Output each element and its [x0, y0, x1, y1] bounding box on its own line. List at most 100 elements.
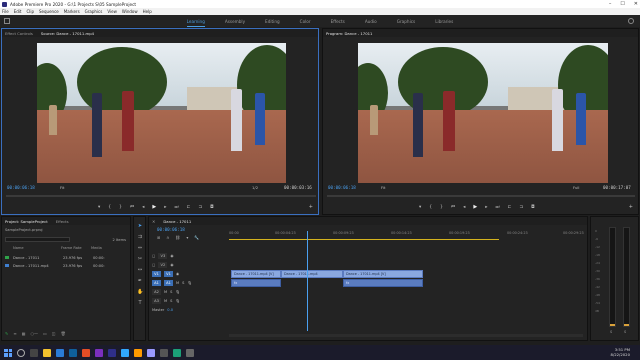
mute-icon[interactable]: M: [164, 299, 167, 303]
eye-icon[interactable]: ◉: [176, 272, 179, 276]
workspace-graphics[interactable]: Graphics: [397, 19, 416, 24]
app-icon[interactable]: [173, 348, 181, 357]
mic-icon[interactable]: 🎙: [175, 290, 180, 294]
export-frame-icon[interactable]: ◘: [210, 205, 214, 210]
minimize-icon[interactable]: –: [609, 1, 612, 7]
steam-icon[interactable]: [186, 348, 194, 357]
workspace-audio[interactable]: Audio: [365, 19, 377, 24]
icon-view-icon[interactable]: ▦: [22, 331, 26, 336]
lift-icon[interactable]: ⊏: [508, 205, 512, 210]
solo-icon[interactable]: S: [182, 281, 184, 285]
snap-icon[interactable]: ∩: [166, 235, 169, 240]
project-search-input[interactable]: [5, 237, 70, 242]
list-view-icon[interactable]: ≡: [13, 331, 16, 336]
step-forward-frame-icon[interactable]: ▸: [485, 205, 487, 210]
illustrator-icon[interactable]: [134, 348, 142, 357]
search-icon[interactable]: [17, 348, 25, 357]
menu-clip[interactable]: Clip: [26, 9, 34, 14]
menu-edit[interactable]: Edit: [14, 9, 22, 14]
tab-project[interactable]: Project: SampleProject: [5, 219, 48, 224]
source-zoom-select[interactable]: Fit: [60, 185, 64, 190]
menu-file[interactable]: File: [2, 9, 9, 14]
step-back-icon[interactable]: ⏮: [451, 204, 455, 210]
go-to-out-icon[interactable]: ⏭: [174, 204, 178, 210]
solo-icon[interactable]: S: [170, 299, 172, 303]
column-frame-rate[interactable]: Frame Rate: [61, 246, 91, 251]
new-bin-icon[interactable]: ▭: [43, 331, 47, 336]
program-zoom-select[interactable]: Fit: [381, 185, 385, 190]
column-name[interactable]: Name: [5, 246, 61, 251]
mic-icon[interactable]: 🎙: [175, 299, 180, 303]
go-to-in-icon[interactable]: }: [440, 205, 443, 210]
step-forward-frame-icon[interactable]: ▸: [164, 205, 166, 210]
add-button-icon[interactable]: +: [309, 204, 313, 210]
workspace-learning[interactable]: Learning: [186, 19, 206, 27]
mic-icon[interactable]: 🎙: [187, 281, 192, 285]
workspace-libraries[interactable]: Libraries: [435, 19, 453, 24]
windows-start-icon[interactable]: [4, 348, 12, 357]
project-item[interactable]: Dance - 17011.mp4 23.976 fps 00:00:: [5, 263, 127, 268]
source-resolution-select[interactable]: 1/2: [252, 185, 258, 190]
app-icon[interactable]: [160, 348, 168, 357]
audio-clip[interactable]: fx: [231, 279, 281, 287]
step-back-frame-icon[interactable]: ◂: [142, 205, 144, 210]
eye-icon[interactable]: ◉: [170, 254, 173, 258]
close-icon[interactable]: ✕: [634, 1, 638, 7]
hand-tool-icon[interactable]: ✋: [137, 289, 143, 295]
timeline-timecode[interactable]: 00:00:06:18: [157, 227, 185, 232]
edge-browser-icon[interactable]: [56, 348, 64, 357]
eye-icon[interactable]: ◉: [170, 263, 173, 267]
tab-program[interactable]: Program: Dance - 17011: [326, 31, 372, 36]
mark-in-icon[interactable]: ▾: [419, 205, 421, 210]
program-scrubber[interactable]: [327, 195, 635, 197]
go-to-in-icon[interactable]: }: [119, 205, 122, 210]
track-select-tool-icon[interactable]: ⇉: [137, 234, 143, 240]
app-icon[interactable]: [95, 348, 103, 357]
mark-out-icon[interactable]: {: [429, 205, 432, 210]
tab-source[interactable]: Source: Dance - 17011.mp4: [41, 31, 94, 36]
type-tool-icon[interactable]: T: [137, 300, 143, 306]
close-icon[interactable]: ✕: [152, 219, 155, 224]
program-video-frame[interactable]: [358, 43, 608, 183]
photoshop-icon[interactable]: [121, 348, 129, 357]
slip-tool-icon[interactable]: ↔: [137, 267, 143, 273]
solo-left-button[interactable]: S: [610, 330, 612, 334]
search-icon[interactable]: [628, 18, 634, 24]
mute-icon[interactable]: M: [176, 281, 179, 285]
tab-effect-controls[interactable]: Effect Controls: [5, 31, 33, 36]
add-button-icon[interactable]: +: [629, 204, 633, 210]
mark-out-icon[interactable]: {: [108, 205, 111, 210]
zoom-slider-icon[interactable]: ○—: [31, 331, 39, 336]
insert-nest-icon[interactable]: ⊞: [157, 235, 160, 240]
program-resolution-select[interactable]: Full: [573, 185, 580, 190]
mute-icon[interactable]: M: [164, 290, 167, 294]
maximize-icon[interactable]: ☐: [620, 1, 624, 7]
source-video-frame[interactable]: [37, 43, 286, 183]
video-clip[interactable]: Dance - 17011.mp4 [V]: [231, 270, 281, 278]
tab-sequence[interactable]: Dance - 17011: [163, 219, 191, 224]
lock-icon[interactable]: ▢: [152, 263, 155, 267]
tab-effects[interactable]: Effects: [56, 219, 69, 224]
after-effects-icon[interactable]: [147, 348, 155, 357]
chrome-icon[interactable]: [82, 348, 90, 357]
trash-icon[interactable]: 🗑: [61, 331, 66, 336]
go-to-out-icon[interactable]: ⏭: [495, 204, 499, 210]
insert-icon[interactable]: ⊏: [187, 205, 191, 210]
workspace-assembly[interactable]: Assembly: [225, 19, 245, 24]
play-icon[interactable]: ▶: [473, 204, 477, 210]
menu-view[interactable]: View: [107, 9, 117, 14]
selection-tool-icon[interactable]: ➤: [137, 223, 143, 229]
menu-help[interactable]: Help: [143, 9, 152, 14]
file-explorer-icon[interactable]: [43, 348, 51, 357]
lock-icon[interactable]: ▢: [152, 254, 155, 258]
timeline-playhead[interactable]: [307, 231, 308, 331]
export-frame-icon[interactable]: ◘: [531, 205, 535, 210]
source-scrubber[interactable]: [6, 195, 316, 197]
mail-icon[interactable]: [69, 348, 77, 357]
pencil-icon[interactable]: ✎: [5, 331, 8, 336]
column-media[interactable]: Media: [91, 246, 113, 251]
solo-icon[interactable]: S: [170, 290, 172, 294]
video-clip[interactable]: Dance - 17011.mp4: [281, 270, 343, 278]
source-patch-a1[interactable]: A1: [152, 280, 161, 286]
step-back-icon[interactable]: ⏮: [130, 204, 134, 210]
